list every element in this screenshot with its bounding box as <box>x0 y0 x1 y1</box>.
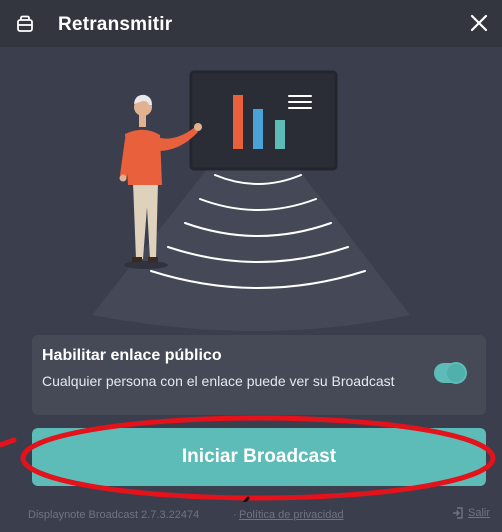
dialog-title: Retransmitir <box>58 14 173 35</box>
exit-link[interactable]: Salir <box>452 507 490 519</box>
public-link-toggle[interactable] <box>434 363 466 383</box>
presentation-screen <box>189 70 338 171</box>
close-button[interactable] <box>464 8 494 38</box>
toggle-knob <box>447 364 465 382</box>
cast-icon <box>17 15 33 32</box>
footer-separator: · <box>233 509 237 521</box>
privacy-policy-link[interactable]: Política de privacidad <box>239 509 344 521</box>
close-icon <box>470 14 488 32</box>
dialog-header: Retransmitir <box>0 0 502 47</box>
start-broadcast-button[interactable]: Iniciar Broadcast <box>32 428 486 486</box>
broadcast-illustration <box>92 70 410 331</box>
exit-icon <box>452 507 463 519</box>
exit-label: Salir <box>467 507 490 519</box>
chart-bar-teal <box>275 120 285 149</box>
public-link-card: Habilitar enlace público Cualquier perso… <box>32 335 486 415</box>
chart-bar-orange <box>233 95 243 149</box>
public-link-title: Habilitar enlace público <box>42 347 222 364</box>
public-link-description: Cualquier persona con el enlace puede ve… <box>42 373 395 389</box>
footer: Displaynote Broadcast 2.7.3.22474 · Polí… <box>0 500 502 532</box>
chart-bar-blue <box>253 109 263 149</box>
version-label: Displaynote Broadcast 2.7.3.22474 <box>28 509 200 521</box>
